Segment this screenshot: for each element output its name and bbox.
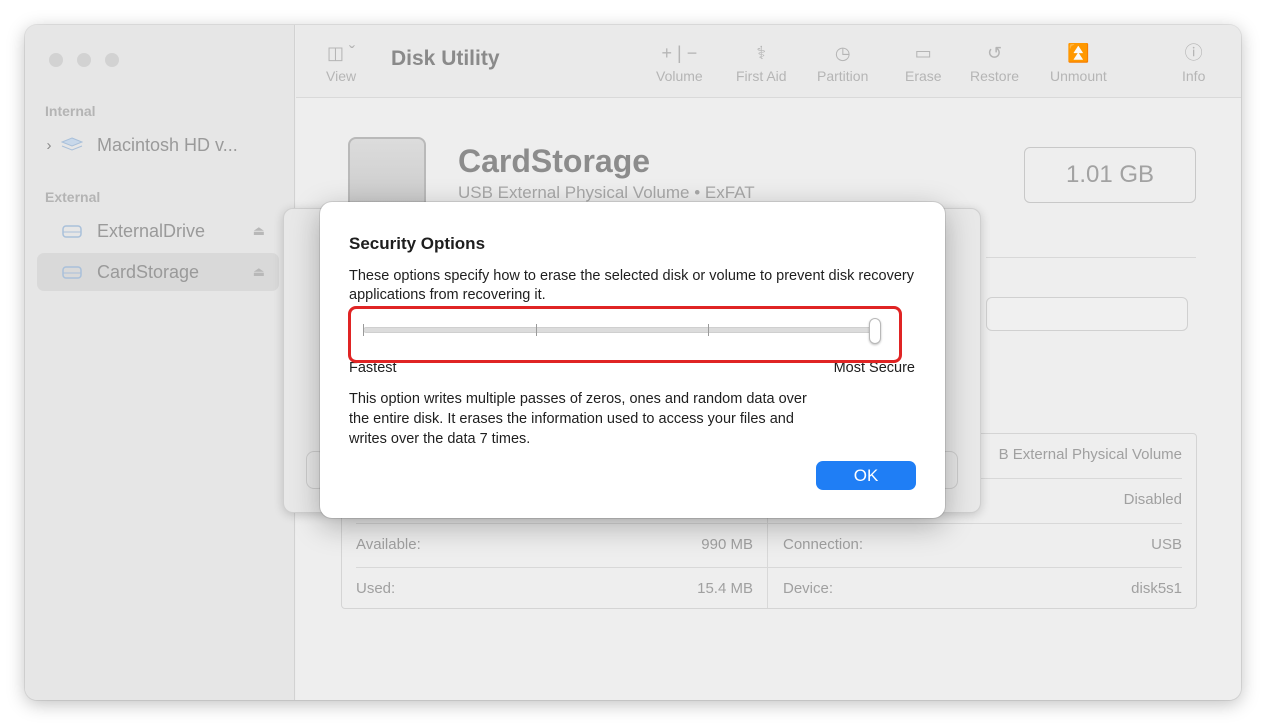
sidebar: Internal › Macintosh HD v... External Ex…	[25, 25, 295, 700]
first-aid-button[interactable]: ⚕ First Aid	[736, 41, 787, 84]
unmount-icon: ⏫	[1067, 43, 1090, 63]
minimize-window-button[interactable]	[77, 53, 91, 67]
volume-button[interactable]: + | − Volume	[656, 41, 703, 84]
divider	[986, 257, 1196, 258]
dialog-description: These options specify how to erase the s…	[349, 268, 914, 303]
sidebar-item-macintosh-hd[interactable]: › Macintosh HD v...	[37, 126, 279, 164]
connection-label: Connection:	[783, 536, 864, 553]
device-label: Device:	[783, 580, 834, 597]
eject-icon[interactable]: ⏏	[253, 264, 265, 280]
unmount-button[interactable]: ⏫ Unmount	[1050, 41, 1107, 84]
used-label: Used:	[356, 580, 396, 597]
partition-button[interactable]: ◷ Partition	[817, 41, 868, 84]
eject-icon[interactable]: ⏏	[253, 223, 265, 239]
sidebar-toggle-icon: ◫ ˇ	[327, 43, 356, 63]
plus-minus-icon: + | −	[661, 43, 698, 63]
close-window-button[interactable]	[49, 53, 63, 67]
device-value: disk5s1	[1131, 580, 1182, 597]
used-value: 15.4 MB	[697, 580, 753, 597]
volume-subtitle: USB External Physical Volume • ExFAT	[458, 183, 755, 202]
security-level-description: This option writes multiple passes of ze…	[349, 391, 807, 447]
slider-highlight-annotation	[348, 306, 902, 363]
stethoscope-icon: ⚕	[756, 43, 767, 63]
sidebar-section-external: External	[45, 189, 101, 205]
dialog-title: Security Options	[349, 234, 486, 253]
connection-value: USB	[1151, 536, 1182, 553]
type-value: B External Physical Volume	[998, 446, 1182, 463]
pie-chart-icon: ◷	[834, 43, 851, 63]
sidebar-item-label: Macintosh HD v...	[97, 134, 238, 155]
erase-drive-icon: ▭	[914, 43, 932, 63]
sidebar-item-externaldrive[interactable]: ExternalDrive ⏏	[37, 212, 279, 250]
divider	[356, 523, 1182, 524]
chevron-right-icon[interactable]: ›	[37, 137, 61, 154]
sidebar-item-cardstorage[interactable]: CardStorage ⏏	[37, 253, 279, 291]
external-drive-icon	[62, 225, 82, 238]
volume-name: CardStorage	[458, 143, 651, 179]
erase-button[interactable]: ▭ Erase	[905, 41, 942, 84]
view-button[interactable]: ◫ ˇ View	[326, 41, 356, 84]
zoom-window-button[interactable]	[105, 53, 119, 67]
external-drive-icon	[62, 266, 82, 279]
sidebar-item-label: ExternalDrive	[97, 220, 206, 241]
available-value: 990 MB	[701, 536, 753, 553]
ok-button[interactable]: OK	[816, 461, 916, 490]
divider	[356, 567, 1182, 568]
available-label: Available:	[356, 536, 421, 553]
info-icon: ⓘ	[1184, 43, 1203, 63]
layers-icon	[61, 137, 83, 151]
sidebar-section-internal: Internal	[45, 103, 96, 119]
sidebar-item-label: CardStorage	[97, 261, 200, 282]
owners-value: Disabled	[1123, 491, 1182, 508]
restore-arrow-icon: ↺	[986, 43, 1003, 63]
usage-bar	[986, 297, 1188, 331]
window-title: Disk Utility	[391, 47, 500, 70]
info-button[interactable]: ⓘ Info	[1182, 41, 1205, 84]
toolbar: ◫ ˇ View Disk Utility + | − Volume ⚕ Fir…	[296, 25, 1241, 98]
restore-button[interactable]: ↺ Restore	[970, 41, 1019, 84]
volume-capacity: 1.01 GB	[1024, 147, 1196, 203]
